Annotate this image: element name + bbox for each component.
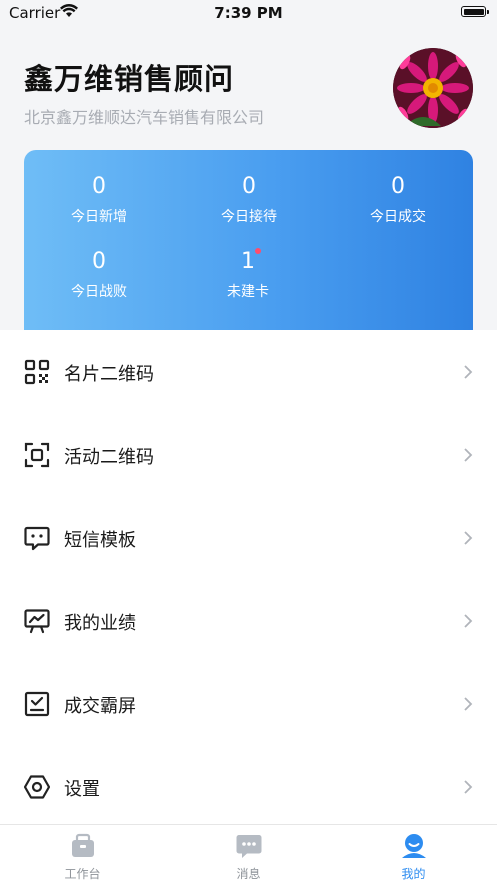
menu-item-event-qr[interactable]: 活动二维码 — [0, 413, 497, 496]
menu-item-sms-template[interactable]: 短信模板 — [0, 496, 497, 579]
stat-today-deal[interactable]: 0 今日成交 — [323, 174, 473, 226]
stat-value: 1 — [241, 249, 255, 274]
stat-value: 0 — [92, 174, 106, 199]
hexagon-settings-icon — [24, 775, 50, 799]
profile-header: Carrier 7:39 PM 鑫万维销售顾问 北京鑫万维顺达汽车销售有限公司 — [0, 0, 497, 340]
chevron-right-icon — [464, 780, 473, 794]
menu-label: 短信模板 — [64, 530, 136, 551]
stat-today-new[interactable]: 0 今日新增 — [24, 174, 174, 226]
chevron-right-icon — [464, 365, 473, 379]
menu-label: 活动二维码 — [64, 447, 154, 468]
battery-icon — [461, 6, 486, 17]
menu-item-deal-screen[interactable]: 成交霸屏 — [0, 662, 497, 745]
profile-name: 鑫万维销售顾问 — [24, 62, 235, 96]
menu-label: 名片二维码 — [64, 364, 154, 385]
tab-bar: 工作台 消息 我的 — [0, 824, 497, 884]
chevron-right-icon — [464, 531, 473, 545]
message-icon — [236, 835, 262, 858]
workbench-icon — [72, 833, 94, 857]
chevron-right-icon — [464, 448, 473, 462]
profile-company: 北京鑫万维顺达汽车销售有限公司 — [24, 108, 265, 127]
stat-label: 今日接待 — [221, 209, 277, 225]
scan-frame-icon — [24, 442, 50, 468]
stat-today-reception[interactable]: 0 今日接待 — [174, 174, 324, 226]
tab-label: 消息 — [236, 867, 261, 881]
stat-label: 今日战败 — [71, 284, 127, 300]
message-box-icon — [24, 526, 50, 551]
stat-value: 0 — [391, 174, 405, 199]
menu-item-my-performance[interactable]: 我的业绩 — [0, 579, 497, 662]
menu-list: 名片二维码 活动二维码 短信模板 我的业绩 成交霸屏 设置 — [0, 330, 497, 824]
tab-mine[interactable]: 我的 — [331, 825, 496, 884]
avatar-flower-image — [393, 48, 473, 128]
stat-value: 0 — [92, 249, 106, 274]
chevron-right-icon — [464, 614, 473, 628]
unread-badge-dot — [255, 248, 261, 254]
menu-item-business-card-qr[interactable]: 名片二维码 — [0, 330, 497, 413]
tab-messages[interactable]: 消息 — [166, 825, 331, 884]
profile-icon — [402, 834, 426, 858]
status-bar: Carrier 7:39 PM — [0, 0, 497, 26]
stats-card: 0 今日新增 0 今日接待 0 今日成交 0 今日战败 1 未建卡 — [24, 150, 473, 340]
chevron-right-icon — [464, 697, 473, 711]
deal-screen-icon — [24, 691, 50, 717]
tab-workbench[interactable]: 工作台 — [0, 825, 165, 884]
battery-cap — [487, 9, 489, 14]
qr-code-icon — [24, 359, 50, 385]
clock: 7:39 PM — [214, 4, 283, 22]
menu-item-settings[interactable]: 设置 — [0, 745, 497, 828]
tab-label: 我的 — [401, 867, 426, 881]
performance-chart-icon — [24, 609, 50, 634]
menu-label: 我的业绩 — [64, 613, 136, 634]
stat-label: 今日成交 — [370, 209, 426, 225]
stat-label: 今日新增 — [71, 209, 127, 225]
stat-today-lost[interactable]: 0 今日战败 — [24, 249, 174, 301]
menu-label: 设置 — [64, 779, 100, 800]
stat-value: 0 — [242, 174, 256, 199]
menu-label: 成交霸屏 — [64, 696, 136, 717]
stat-no-card[interactable]: 1 未建卡 — [173, 248, 323, 301]
stat-label: 未建卡 — [227, 284, 269, 300]
tab-label: 工作台 — [64, 867, 101, 881]
avatar[interactable] — [393, 48, 473, 128]
